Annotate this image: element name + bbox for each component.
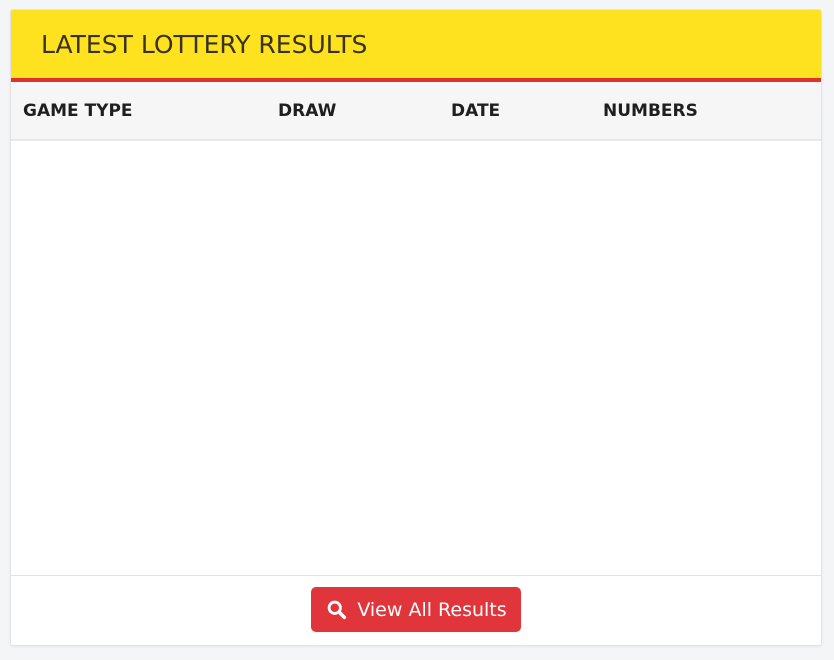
panel-footer: View All Results — [11, 575, 821, 645]
column-header-draw: DRAW — [278, 100, 337, 121]
lottery-results-panel: LATEST LOTTERY RESULTS GAME TYPE DRAW DA… — [10, 9, 822, 646]
results-table: GAME TYPE DRAW DATE NUMBERS — [11, 82, 821, 141]
panel-header: LATEST LOTTERY RESULTS — [11, 10, 821, 82]
view-all-results-label: View All Results — [357, 598, 507, 621]
column-header-numbers: NUMBERS — [603, 100, 698, 121]
panel-title: LATEST LOTTERY RESULTS — [41, 29, 368, 59]
empty-results-area — [11, 141, 821, 574]
column-header-game-type: GAME TYPE — [23, 100, 133, 121]
table-header: GAME TYPE DRAW DATE NUMBERS — [11, 82, 821, 140]
column-header-date: DATE — [451, 100, 501, 121]
table-header-row: GAME TYPE DRAW DATE NUMBERS — [11, 82, 821, 140]
view-all-results-button[interactable]: View All Results — [311, 587, 521, 632]
search-icon — [325, 599, 347, 621]
